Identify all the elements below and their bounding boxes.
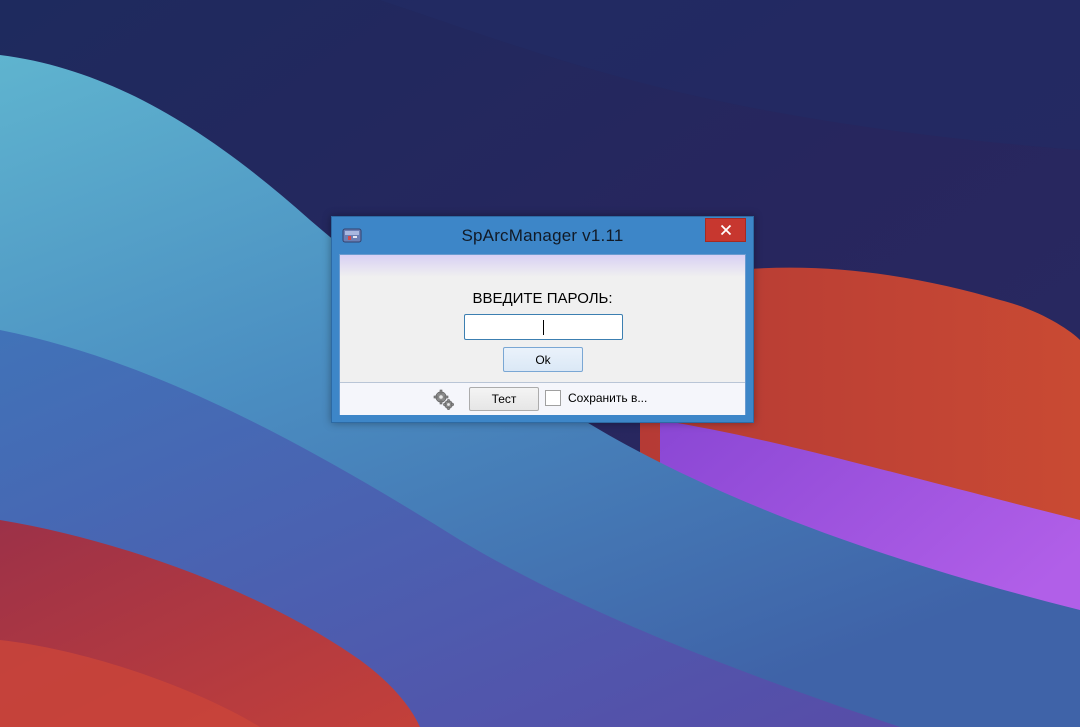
title-bar[interactable]: SpArcManager v1.11 bbox=[332, 217, 753, 254]
text-caret bbox=[543, 320, 544, 335]
dialog-body: ВВЕДИТЕ ПАРОЛЬ: Ok Тест Сохранить в... bbox=[339, 254, 746, 415]
save-to-checkbox[interactable] bbox=[545, 390, 561, 406]
sparcmanager-window: SpArcManager v1.11 ВВЕДИТЕ ПАРОЛЬ: Ok Те… bbox=[331, 216, 754, 423]
gear-icon[interactable] bbox=[432, 389, 456, 411]
save-to-label: Сохранить в... bbox=[568, 391, 648, 405]
footer-bar: Тест Сохранить в... bbox=[340, 382, 745, 415]
close-button[interactable] bbox=[705, 218, 746, 242]
header-gradient bbox=[340, 255, 745, 277]
desktop: SpArcManager v1.11 ВВЕДИТЕ ПАРОЛЬ: Ok Те… bbox=[0, 0, 1080, 727]
password-prompt: ВВЕДИТЕ ПАРОЛЬ: bbox=[472, 290, 613, 307]
window-title: SpArcManager v1.11 bbox=[461, 226, 624, 245]
close-icon bbox=[720, 224, 731, 236]
test-button[interactable]: Тест bbox=[469, 387, 539, 411]
ok-button[interactable]: Ok bbox=[503, 347, 583, 372]
